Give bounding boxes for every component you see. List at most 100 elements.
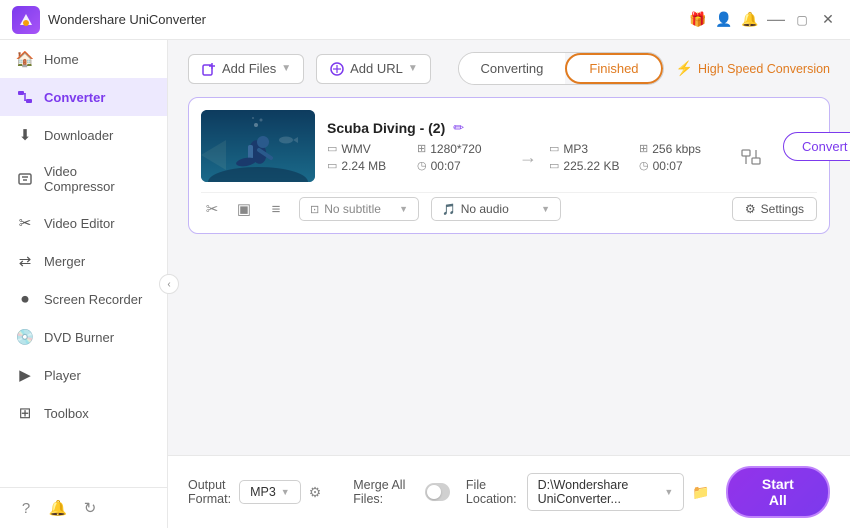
add-url-button[interactable]: Add URL ▼: [316, 54, 431, 84]
user-icon[interactable]: 👤: [714, 10, 734, 30]
editor-icon: ✂: [16, 214, 34, 232]
file-location-dropdown-icon: ▼: [664, 487, 673, 497]
sidebar-label-merger: Merger: [44, 254, 85, 269]
bell-icon[interactable]: 🔔: [740, 10, 760, 30]
gift-icon[interactable]: 🎁: [688, 10, 708, 30]
format-icon: ▭: [327, 142, 337, 155]
target-duration-icon: ◷: [639, 159, 649, 172]
app-title: Wondershare UniConverter: [48, 12, 688, 27]
sidebar-item-player[interactable]: ▶ Player: [0, 356, 167, 394]
add-files-label: Add Files: [222, 61, 276, 76]
downloader-icon: ⬇: [16, 126, 34, 144]
arrow-icon: →: [519, 147, 537, 168]
output-format-value: MP3: [250, 485, 276, 499]
tab-finished[interactable]: Finished: [565, 53, 662, 84]
recorder-icon: ⏺: [16, 290, 34, 308]
maximize-icon[interactable]: ▢: [792, 10, 812, 30]
sidebar-label-editor: Video Editor: [44, 216, 115, 231]
convert-settings-icons: [739, 145, 763, 169]
audio-wave-icon: 🎵: [442, 203, 456, 216]
sidebar-item-toolbox[interactable]: ⊞ Toolbox: [0, 394, 167, 432]
target-size: 225.22 KB: [563, 159, 619, 173]
source-size: 2.24 MB: [341, 159, 386, 173]
audio-select[interactable]: 🎵 No audio ▼: [431, 197, 561, 221]
toolbox-icon: ⊞: [16, 404, 34, 422]
minimize-icon[interactable]: —: [766, 10, 786, 30]
crop-icon[interactable]: ▣: [233, 198, 255, 220]
sidebar-item-video-compressor[interactable]: Video Compressor: [0, 154, 167, 204]
start-all-button[interactable]: Start All: [726, 466, 830, 518]
merger-icon: ⇄: [16, 252, 34, 270]
cut-icon[interactable]: ✂: [201, 198, 223, 220]
collapse-sidebar-button[interactable]: ‹: [159, 274, 179, 294]
toolbar: Add Files ▼ Add URL ▼ Converting Finishe…: [168, 40, 850, 97]
convert-button[interactable]: Convert: [783, 132, 850, 161]
target-format-icon: ▭: [549, 142, 559, 155]
output-format-dropdown-icon: ▼: [281, 487, 290, 497]
sidebar-label-recorder: Screen Recorder: [44, 292, 142, 307]
content-area: Add Files ▼ Add URL ▼ Converting Finishe…: [168, 40, 850, 528]
source-duration-item: ◷ 00:07: [417, 159, 507, 173]
app-logo: [12, 6, 40, 34]
target-duration: 00:07: [653, 159, 683, 173]
output-settings-icon[interactable]: ⚙: [309, 484, 322, 501]
feedback-icon[interactable]: ↻: [80, 498, 100, 518]
convert-arrow: →: [507, 142, 549, 173]
tab-group: Converting Finished: [458, 52, 664, 85]
help-icon[interactable]: ?: [16, 498, 36, 518]
settings-button[interactable]: ⚙ Settings: [732, 197, 817, 221]
sidebar-bottom: ? 🔔 ↻: [0, 487, 167, 528]
sidebar-item-converter[interactable]: Converter: [0, 78, 167, 116]
add-url-icon: [329, 61, 345, 77]
add-url-label: Add URL: [350, 61, 403, 76]
convert-col: Convert: [783, 132, 850, 161]
subtitle-select[interactable]: ⊡ No subtitle ▼: [299, 197, 419, 221]
main-layout: 🏠 Home Converter ⬇ Downloader: [0, 40, 850, 528]
file-location-select[interactable]: D:\Wondershare UniConverter... ▼: [527, 473, 685, 511]
file-location-value: D:\Wondershare UniConverter...: [538, 478, 660, 506]
subtitle-dropdown-icon: ▼: [399, 204, 408, 214]
edit-title-icon[interactable]: ✏: [453, 120, 464, 136]
sidebar-item-merger[interactable]: ⇄ Merger: [0, 242, 167, 280]
source-resolution-item: ⊞ 1280*720: [417, 142, 507, 156]
add-url-dropdown-icon: ▼: [408, 63, 418, 74]
add-files-icon: [201, 61, 217, 77]
folder-icon[interactable]: 📁: [692, 484, 709, 501]
sidebar-item-home[interactable]: 🏠 Home: [0, 40, 167, 78]
source-meta: ▭ WMV ▭ 2.24 MB: [327, 142, 417, 173]
close-icon[interactable]: ✕: [818, 10, 838, 30]
sidebar-label-downloader: Downloader: [44, 128, 113, 143]
sidebar-item-downloader[interactable]: ⬇ Downloader: [0, 116, 167, 154]
source-format: WMV: [341, 142, 370, 156]
player-icon: ▶: [16, 366, 34, 384]
file-info: Scuba Diving - (2) ✏ ▭ WMV: [327, 120, 763, 173]
high-speed-conversion[interactable]: ⚡ High Speed Conversion: [676, 60, 830, 77]
resolution-icon: ⊞: [417, 142, 426, 155]
target-format-item: ▭ MP3: [549, 142, 639, 156]
target-bitrate: 256 kbps: [652, 142, 701, 156]
notification-icon[interactable]: 🔔: [48, 498, 68, 518]
sidebar-item-dvd-burner[interactable]: 💿 DVD Burner: [0, 318, 167, 356]
sidebar-label-toolbox: Toolbox: [44, 406, 89, 421]
sidebar-label-converter: Converter: [44, 90, 105, 105]
dvd-icon: 💿: [16, 328, 34, 346]
menu-icon[interactable]: ≡: [265, 198, 287, 220]
file-meta-grid: ▭ WMV ▭ 2.24 MB ⊞: [327, 142, 763, 173]
file-area: Scuba Diving - (2) ✏ ▭ WMV: [168, 97, 850, 455]
toggle-knob: [427, 485, 441, 499]
sidebar-item-video-editor[interactable]: ✂ Video Editor: [0, 204, 167, 242]
add-files-button[interactable]: Add Files ▼: [188, 54, 304, 84]
target-bitrate-item: ⊞ 256 kbps: [639, 142, 729, 156]
sidebar-label-dvd: DVD Burner: [44, 330, 114, 345]
bottom-bar: Output Format: MP3 ▼ ⚙ Merge All Files: …: [168, 455, 850, 528]
size-icon: ▭: [327, 159, 337, 172]
settings-gear-icon[interactable]: [739, 145, 763, 169]
tab-converting[interactable]: Converting: [459, 53, 566, 84]
output-format-select[interactable]: MP3 ▼: [239, 480, 301, 504]
sidebar-item-screen-recorder[interactable]: ⏺ Screen Recorder: [0, 280, 167, 318]
title-bar: Wondershare UniConverter 🎁 👤 🔔 — ▢ ✕: [0, 0, 850, 40]
settings-label: Settings: [761, 202, 804, 216]
file-title-row: Scuba Diving - (2) ✏: [327, 120, 763, 136]
merge-toggle-switch[interactable]: [425, 483, 450, 501]
converter-icon: [16, 88, 34, 106]
